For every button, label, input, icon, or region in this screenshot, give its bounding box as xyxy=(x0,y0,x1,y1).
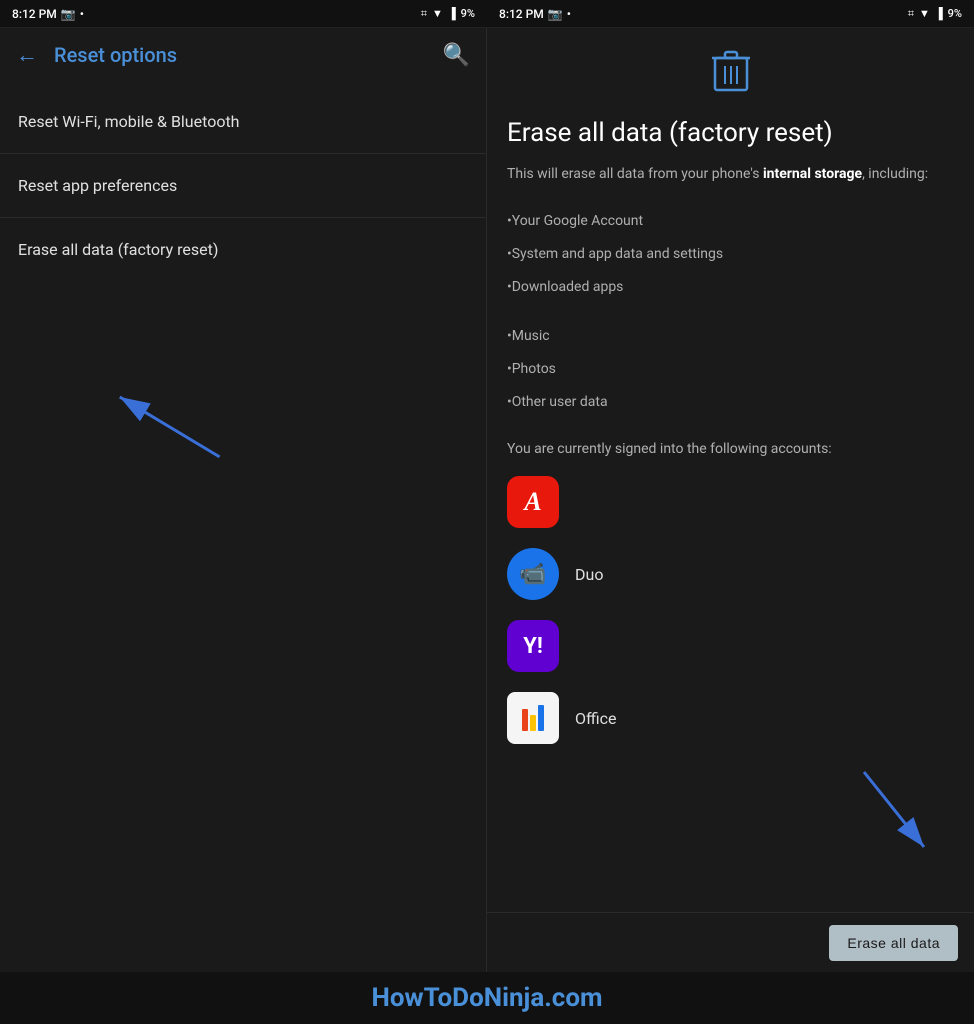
bottom-action-bar: Erase all data xyxy=(487,912,974,972)
wifi-icon-right: ▼ xyxy=(919,7,930,20)
back-button[interactable]: ← xyxy=(16,42,38,68)
status-time-right: 8:12 PM 📷 • xyxy=(499,7,571,21)
watermark-text: HowToDoNinja.com xyxy=(371,983,602,1013)
sim-icon-left: 📷 xyxy=(61,7,76,21)
accounts-label: You are currently signed into the follow… xyxy=(507,439,954,460)
left-panel: ← Reset options 🔍 Reset Wi-Fi, mobile & … xyxy=(0,28,487,972)
menu-item-app-prefs[interactable]: Reset app preferences xyxy=(0,154,486,218)
trash-icon xyxy=(711,48,751,101)
header: ← Reset options 🔍 xyxy=(0,28,486,82)
yahoo-icon: Y! xyxy=(507,620,559,672)
status-icons-right: ⌗ ▼ ▐ 9% xyxy=(908,7,962,21)
signal-icon-left: ▐ xyxy=(448,7,456,20)
bluetooth-icon-left: ⌗ xyxy=(421,7,427,21)
account-yahoo: Y! xyxy=(507,620,954,672)
annotation-arrow-svg xyxy=(0,281,486,972)
status-bar-left: 8:12 PM 📷 • ⌗ ▼ ▐ 9% xyxy=(0,0,487,28)
battery-left: 9% xyxy=(461,7,475,20)
data-item-music: •Music xyxy=(507,320,954,353)
menu-item-factory-reset[interactable]: Erase all data (factory reset) xyxy=(0,218,486,281)
office-icon xyxy=(507,692,559,744)
bluetooth-icon-right: ⌗ xyxy=(908,7,914,21)
right-scroll-area: Erase all data (factory reset) This will… xyxy=(487,28,974,972)
data-item-system: •System and app data and settings xyxy=(507,238,954,271)
sim-icon-right: 📷 xyxy=(548,7,563,21)
erase-description: This will erase all data from your phone… xyxy=(507,163,954,185)
wifi-icon-left: ▼ xyxy=(432,7,443,20)
data-item-photos: •Photos xyxy=(507,353,954,386)
dot-left: • xyxy=(80,7,84,21)
time-right: 8:12 PM xyxy=(499,7,544,21)
account-office: Office xyxy=(507,692,954,744)
status-bar: 8:12 PM 📷 • ⌗ ▼ ▐ 9% 8:12 PM 📷 • ⌗ ▼ ▐ 9… xyxy=(0,0,974,28)
data-item-downloaded: •Downloaded apps xyxy=(507,271,954,304)
status-time-left: 8:12 PM 📷 • xyxy=(12,7,84,21)
status-bar-right: 8:12 PM 📷 • ⌗ ▼ ▐ 9% xyxy=(487,0,974,28)
main-content: ← Reset options 🔍 Reset Wi-Fi, mobile & … xyxy=(0,28,974,972)
menu-item-wifi[interactable]: Reset Wi-Fi, mobile & Bluetooth xyxy=(0,90,486,154)
menu-list: Reset Wi-Fi, mobile & Bluetooth Reset ap… xyxy=(0,90,486,281)
watermark: HowToDoNinja.com xyxy=(0,972,974,1024)
data-item-other: •Other user data xyxy=(507,386,954,419)
duo-label: Duo xyxy=(575,565,603,584)
duo-icon: 📹 xyxy=(507,548,559,600)
adobe-icon: A xyxy=(507,476,559,528)
account-duo: 📹 Duo xyxy=(507,548,954,600)
search-button[interactable]: 🔍 xyxy=(443,43,470,68)
battery-right: 9% xyxy=(948,7,962,20)
annotation-container xyxy=(0,281,486,972)
right-panel: Erase all data (factory reset) This will… xyxy=(487,28,974,972)
office-label: Office xyxy=(575,709,617,728)
status-icons-left: ⌗ ▼ ▐ 9% xyxy=(421,7,475,21)
data-item-google: •Your Google Account xyxy=(507,205,954,238)
data-items-list: •Your Google Account •System and app dat… xyxy=(507,205,954,419)
signal-icon-right: ▐ xyxy=(935,7,943,20)
dot-right: • xyxy=(567,7,571,21)
erase-all-data-button[interactable]: Erase all data xyxy=(829,925,958,961)
erase-title: Erase all data (factory reset) xyxy=(507,117,954,151)
time-left: 8:12 PM xyxy=(12,7,57,21)
accounts-section: You are currently signed into the follow… xyxy=(507,439,954,744)
trash-icon-container xyxy=(507,48,954,101)
page-title: Reset options xyxy=(54,43,427,67)
account-adobe: A xyxy=(507,476,954,528)
